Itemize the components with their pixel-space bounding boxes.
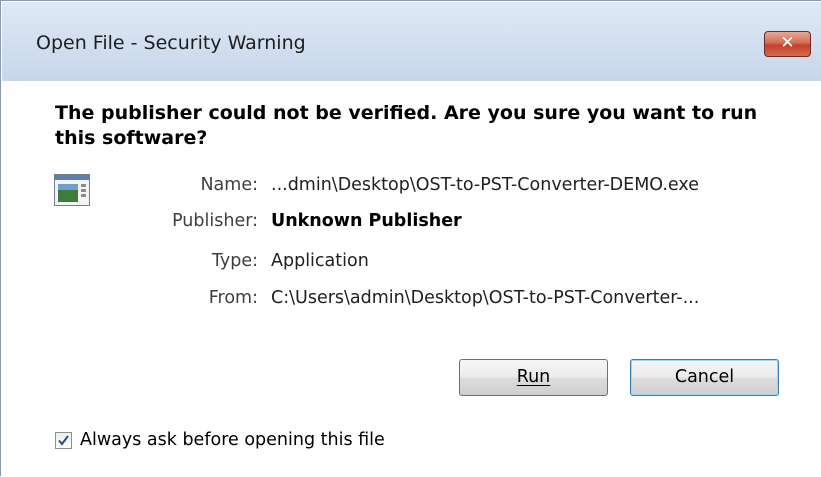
dialog-title: Open File - Security Warning [36, 32, 306, 54]
name-label: Name: [200, 175, 258, 195]
cancel-button-label: Cancel [674, 367, 735, 387]
from-label: From: [208, 288, 258, 308]
application-window-icon [54, 174, 90, 206]
name-value: ...dmin\Desktop\OST-to-PST-Converter-DEM… [271, 175, 699, 195]
close-icon: ✕ [780, 33, 795, 53]
run-button[interactable]: Run [459, 359, 608, 396]
checkmark-icon [58, 435, 69, 446]
publisher-value: Unknown Publisher [271, 211, 462, 231]
always-ask-label[interactable]: Always ask before opening this file [80, 430, 385, 450]
close-button[interactable]: ✕ [764, 31, 811, 57]
type-label: Type: [211, 251, 258, 271]
cancel-button[interactable]: Cancel [630, 359, 779, 396]
run-button-label: Run [516, 367, 551, 387]
type-value: Application [271, 251, 369, 271]
always-ask-checkbox[interactable] [55, 432, 72, 449]
security-warning-dialog: Open File - Security Warning ✕ The publi… [0, 0, 821, 477]
publisher-label: Publisher: [172, 211, 258, 231]
title-bar[interactable]: Open File - Security Warning ✕ [2, 2, 821, 81]
from-value[interactable]: C:\Users\admin\Desktop\OST-to-PST-Conver… [271, 288, 699, 308]
warning-heading: The publisher could not be verified. Are… [55, 102, 758, 149]
